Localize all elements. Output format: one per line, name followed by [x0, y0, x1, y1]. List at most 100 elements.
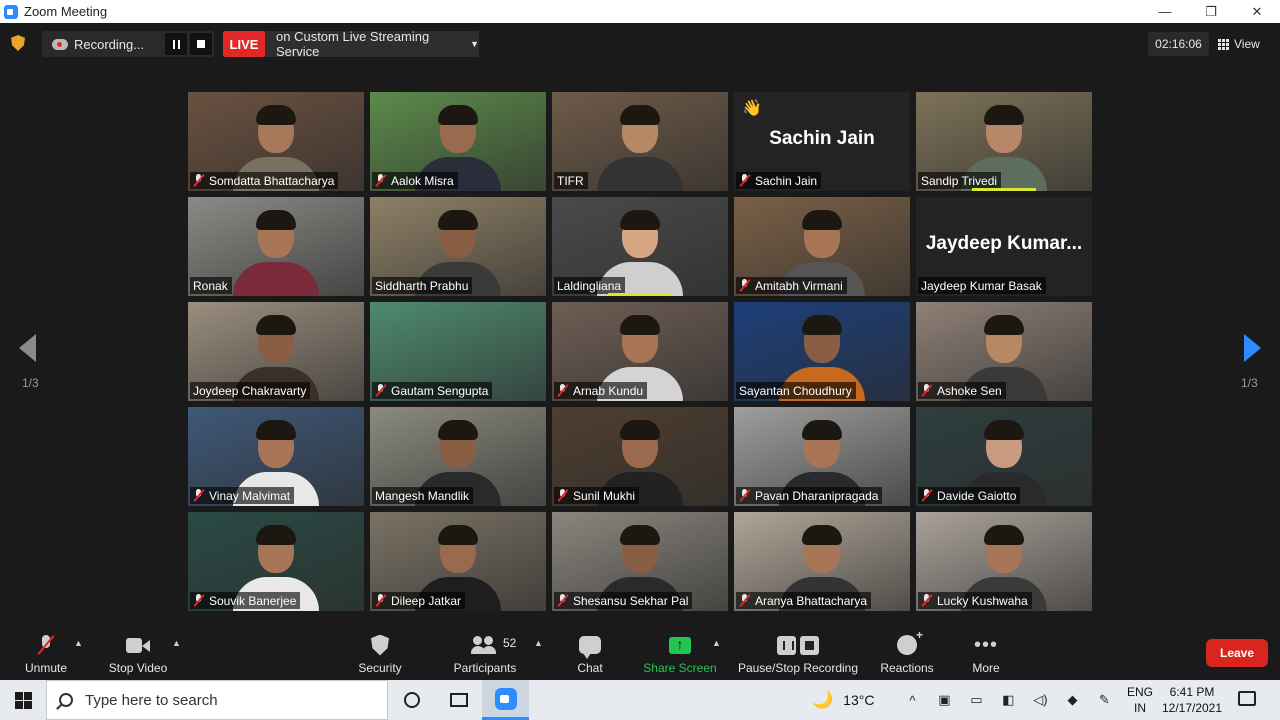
previous-page-arrow-icon[interactable] [19, 334, 36, 362]
participant-name: Jaydeep Kumar Basak [921, 278, 1042, 293]
participant-name: Arnab Kundu [573, 383, 644, 398]
muted-mic-icon [921, 384, 932, 397]
video-options-chevron-icon[interactable]: ▲ [172, 638, 181, 648]
security-shield-icon [371, 634, 389, 656]
muted-mic-icon [557, 384, 568, 397]
participant-name: Sandip Trivedi [921, 173, 998, 188]
participant-tile[interactable]: TIFR [552, 92, 728, 191]
encryption-shield-icon[interactable] [11, 35, 25, 51]
pen-workspace-icon[interactable]: ✎ [1088, 692, 1120, 708]
participant-name: Shesansu Sekhar Pal [573, 593, 689, 608]
participant-tile[interactable]: Sandip Trivedi [916, 92, 1092, 191]
gallery-stage: 1/3 Somdatta Bhattacharya Aalok Misra TIFR… [0, 68, 1280, 628]
reactions-button[interactable]: Reactions [877, 628, 937, 680]
restore-button[interactable]: ❐ [1188, 0, 1234, 23]
share-options-chevron-icon[interactable]: ▲ [712, 638, 721, 648]
participant-tile[interactable]: Somdatta Bhattacharya [188, 92, 364, 191]
pause-stop-recording-button[interactable]: Pause/Stop Recording [736, 628, 860, 680]
muted-mic-icon [375, 594, 386, 607]
stop-recording-button[interactable] [190, 33, 212, 55]
chevron-down-icon: ▼ [470, 39, 479, 49]
pause-stop-recording-label: Pause/Stop Recording [737, 661, 859, 675]
muted-mic-icon [739, 489, 750, 502]
participant-tile[interactable]: Siddharth Prabhu [370, 197, 546, 296]
view-button[interactable]: View [1218, 32, 1260, 56]
video-gallery-grid: Somdatta Bhattacharya Aalok Misra TIFR Sach… [188, 92, 1092, 611]
security-button[interactable]: Security [354, 628, 406, 680]
participant-name-tag: Davide Gaiotto [918, 487, 1021, 504]
input-language-indicator[interactable]: ENG IN [1124, 684, 1156, 716]
share-screen-label: Share Screen [643, 661, 717, 675]
participant-name: Joydeep Chakravarty [193, 383, 307, 398]
live-service-dropdown[interactable]: on Custom Live Streaming Service ▼ [265, 29, 479, 59]
participant-tile[interactable]: Sunil Mukhi [552, 407, 728, 506]
notification-center-icon[interactable] [1238, 691, 1256, 706]
participant-name: Siddharth Prabhu [375, 278, 469, 293]
participant-tile[interactable]: Arnab Kundu [552, 302, 728, 401]
participant-name: Davide Gaiotto [937, 488, 1017, 503]
chat-button[interactable]: Chat [570, 628, 610, 680]
leave-button[interactable]: Leave [1206, 639, 1268, 667]
participant-name-tag: Vinay Malvimat [190, 487, 295, 504]
show-hidden-icons-chevron-icon[interactable]: ^ [896, 693, 928, 708]
participant-tile[interactable]: Aranya Bhattacharya [734, 512, 910, 611]
battery-icon[interactable]: ▭ [960, 692, 992, 708]
participant-tile[interactable]: Ronak [188, 197, 364, 296]
participant-tile[interactable]: Joydeep Chakravarty [188, 302, 364, 401]
participant-tile[interactable]: Lucky Kushwaha [916, 512, 1092, 611]
meet-now-icon[interactable]: ▣ [928, 692, 960, 708]
volume-icon[interactable]: ◁) [1024, 692, 1056, 708]
audio-options-chevron-icon[interactable]: ▲ [74, 638, 83, 648]
more-button[interactable]: ••• More [966, 628, 1006, 680]
muted-mic-icon [375, 174, 386, 187]
task-view-button[interactable] [435, 680, 482, 720]
app-tray-icon[interactable]: ◧ [992, 692, 1024, 708]
participant-tile[interactable]: Mangesh Mandlik [370, 407, 546, 506]
dropbox-icon[interactable]: ◆ [1056, 692, 1088, 708]
participant-tile[interactable]: Sachin Jain 👋 Sachin Jain [734, 92, 910, 191]
participant-tile[interactable]: Pavan Dharanipragada [734, 407, 910, 506]
windows-start-icon[interactable] [15, 691, 32, 709]
share-screen-button[interactable]: Share Screen [641, 628, 719, 680]
participant-tile[interactable]: Davide Gaiotto [916, 407, 1092, 506]
zoom-taskbar-app[interactable] [482, 680, 529, 720]
participant-tile[interactable]: Sayantan Choudhury [734, 302, 910, 401]
taskbar-clock[interactable]: 6:41 PM 12/17/2021 [1160, 684, 1224, 716]
participant-name-tag: Souvik Banerjee [190, 592, 301, 609]
close-button[interactable]: ✕ [1234, 0, 1280, 23]
weather-moon-icon[interactable]: 🌙 [812, 690, 833, 710]
cortana-button[interactable] [388, 680, 435, 720]
taskbar-search-input[interactable]: Type here to search [46, 680, 388, 720]
stop-video-button[interactable]: Stop Video [104, 628, 172, 680]
pause-icon [172, 39, 180, 49]
participant-name: Aranya Bhattacharya [755, 593, 868, 608]
participant-tile[interactable]: Aalok Misra [370, 92, 546, 191]
minimize-button[interactable]: — [1142, 0, 1188, 23]
participant-name-tag: Lucky Kushwaha [918, 592, 1032, 609]
next-page-arrow-icon[interactable] [1244, 334, 1261, 362]
participant-tile[interactable]: Amitabh Virmani [734, 197, 910, 296]
participant-tile[interactable]: Laldingliana [552, 197, 728, 296]
participant-name-tag: TIFR [554, 172, 588, 189]
smiley-reaction-icon [897, 628, 923, 655]
participant-tile[interactable]: Souvik Banerjee [188, 512, 364, 611]
participant-name: Vinay Malvimat [209, 488, 291, 503]
muted-mic-icon [921, 489, 932, 502]
participant-name-tag: Aranya Bhattacharya [736, 592, 872, 609]
participant-name: Ronak [193, 278, 228, 293]
stop-video-label: Stop Video [108, 661, 168, 675]
participant-tile[interactable]: Shesansu Sekhar Pal [552, 512, 728, 611]
weather-temperature[interactable]: 13°C [843, 692, 874, 708]
participant-tile[interactable]: Gautam Sengupta [370, 302, 546, 401]
participant-name: Lucky Kushwaha [937, 593, 1028, 608]
participants-options-chevron-icon[interactable]: ▲ [534, 638, 543, 648]
muted-mic-icon [739, 174, 750, 187]
participant-tile[interactable]: Vinay Malvimat [188, 407, 364, 506]
more-label: More [972, 661, 1000, 675]
participant-name-tag: Sayantan Choudhury [736, 382, 856, 399]
participant-tile[interactable]: Dileep Jatkar [370, 512, 546, 611]
participant-tile[interactable]: Jaydeep Kumar... Jaydeep Kumar Basak [916, 197, 1092, 296]
unmute-button[interactable]: Unmute [22, 628, 70, 680]
participant-tile[interactable]: Ashoke Sen [916, 302, 1092, 401]
pause-recording-button[interactable] [165, 33, 187, 55]
